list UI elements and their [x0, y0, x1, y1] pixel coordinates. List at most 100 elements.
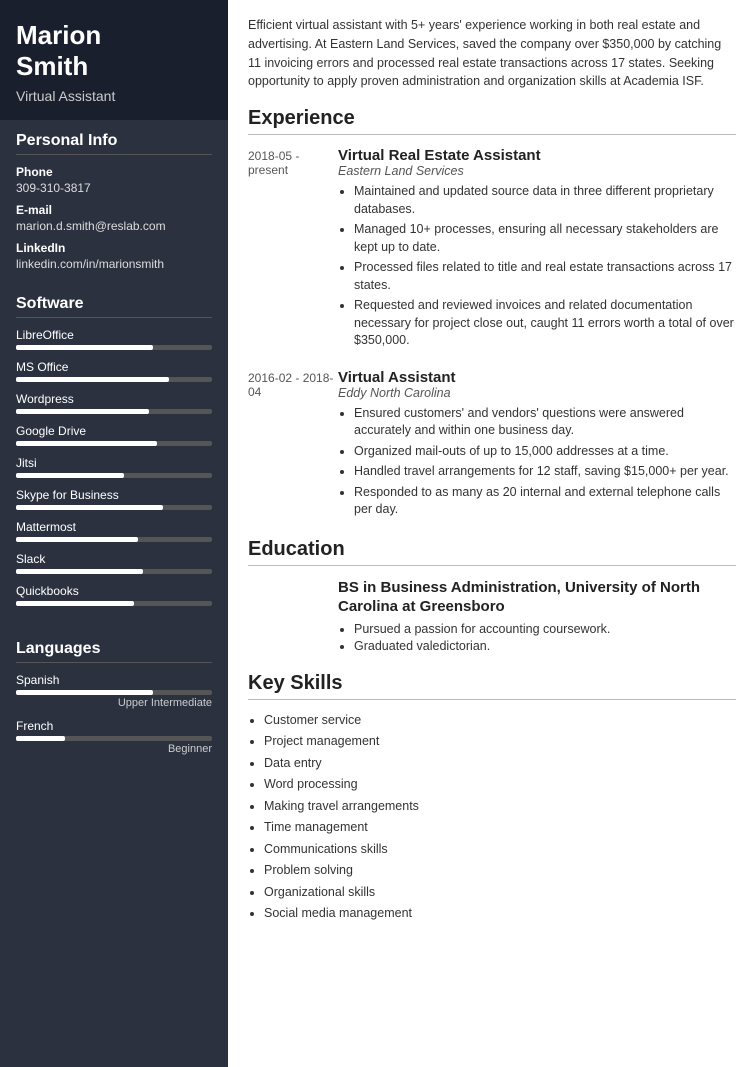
skill-bar-fill [16, 377, 169, 382]
software-skill-item: Slack [16, 552, 212, 574]
skill-bar-fill [16, 537, 138, 542]
skill-bar-fill [16, 441, 157, 446]
skill-name: MS Office [16, 360, 212, 374]
software-skill-item: Jitsi [16, 456, 212, 478]
skill-item: Project management [264, 733, 736, 751]
skill-bar-bg [16, 473, 212, 478]
language-bar-fill [16, 690, 153, 695]
skills-list: Customer serviceProject managementData e… [248, 712, 736, 927]
bullet-item: Graduated valedictorian. [354, 639, 736, 653]
software-skill-item: LibreOffice [16, 328, 212, 350]
skill-bar-fill [16, 473, 124, 478]
candidate-name: Marion Smith [16, 20, 212, 82]
experience-list: 2018-05 - present Virtual Real Estate As… [248, 147, 736, 522]
skill-name: LibreOffice [16, 328, 212, 342]
experience-section-title: Experience [248, 107, 736, 135]
skill-item: Social media management [264, 905, 736, 923]
language-name: Spanish [16, 673, 212, 687]
edu-degree: BS in Business Administration, Universit… [338, 578, 736, 617]
skill-item: Problem solving [264, 862, 736, 880]
linkedin-label: LinkedIn [16, 241, 212, 255]
exp-content: Virtual Real Estate Assistant Eastern La… [338, 147, 736, 353]
skills-column: Customer serviceProject managementData e… [248, 712, 736, 927]
summary-text: Efficient virtual assistant with 5+ year… [248, 16, 736, 91]
skill-bar-fill [16, 569, 143, 574]
software-skill-item: Mattermost [16, 520, 212, 542]
exp-date: 2016-02 - 2018-04 [248, 369, 338, 522]
personal-info-section: Personal Info Phone 309-310-3817 E-mail … [0, 120, 228, 283]
bullet-item: Handled travel arrangements for 12 staff… [354, 463, 736, 481]
skill-item: Organizational skills [264, 884, 736, 902]
skill-item: Word processing [264, 776, 736, 794]
skill-item: Time management [264, 819, 736, 837]
skills-section-title: Key Skills [248, 672, 736, 700]
language-item: Spanish Upper Intermediate [16, 673, 212, 709]
software-skill-item: Wordpress [16, 392, 212, 414]
bullet-item: Pursued a passion for accounting coursew… [354, 622, 736, 636]
bullet-item: Managed 10+ processes, ensuring all nece… [354, 221, 736, 256]
bullet-item: Responded to as many as 20 internal and … [354, 484, 736, 519]
bullet-item: Organized mail-outs of up to 15,000 addr… [354, 443, 736, 461]
exp-company: Eddy North Carolina [338, 386, 736, 400]
linkedin-value: linkedin.com/in/marionsmith [16, 257, 212, 271]
language-bar-fill [16, 736, 65, 741]
language-name: French [16, 719, 212, 733]
sidebar-header: Marion Smith Virtual Assistant [0, 0, 228, 120]
exp-content: Virtual Assistant Eddy North Carolina En… [338, 369, 736, 522]
skill-bar-bg [16, 409, 212, 414]
skill-bar-bg [16, 505, 212, 510]
languages-title: Languages [16, 640, 212, 663]
bullet-item: Ensured customers' and vendors' question… [354, 405, 736, 440]
skill-bar-bg [16, 569, 212, 574]
sidebar: Marion Smith Virtual Assistant Personal … [0, 0, 228, 1067]
exp-job-title: Virtual Real Estate Assistant [338, 147, 736, 164]
language-level: Beginner [16, 743, 212, 755]
exp-bullets: Ensured customers' and vendors' question… [354, 405, 736, 519]
software-skill-item: Skype for Business [16, 488, 212, 510]
candidate-title: Virtual Assistant [16, 88, 212, 104]
skill-item: Data entry [264, 755, 736, 773]
skill-bar-bg [16, 377, 212, 382]
skill-name: Google Drive [16, 424, 212, 438]
skill-bar-bg [16, 441, 212, 446]
skill-bar-bg [16, 537, 212, 542]
skill-item: Communications skills [264, 841, 736, 859]
language-item: French Beginner [16, 719, 212, 755]
skills-ul: Customer serviceProject managementData e… [264, 712, 736, 923]
languages-section: Languages Spanish Upper Intermediate Fre… [0, 628, 228, 777]
phone-value: 309-310-3817 [16, 181, 212, 195]
main-content: Efficient virtual assistant with 5+ year… [228, 0, 756, 1067]
education-list: BS in Business Administration, Universit… [248, 578, 736, 656]
skill-name: Wordpress [16, 392, 212, 406]
language-level: Upper Intermediate [16, 697, 212, 709]
edu-date [248, 578, 338, 656]
skill-bar-bg [16, 601, 212, 606]
software-skill-item: Quickbooks [16, 584, 212, 606]
software-title: Software [16, 295, 212, 318]
skill-name: Mattermost [16, 520, 212, 534]
email-value: marion.d.smith@reslab.com [16, 219, 212, 233]
exp-company: Eastern Land Services [338, 164, 736, 178]
exp-bullets: Maintained and updated source data in th… [354, 183, 736, 350]
phone-label: Phone [16, 165, 212, 179]
bullet-item: Processed files related to title and rea… [354, 259, 736, 294]
skill-name: Skype for Business [16, 488, 212, 502]
software-skills-list: LibreOffice MS Office Wordpress Google D… [16, 328, 212, 606]
language-bar-bg [16, 736, 212, 741]
software-skill-item: Google Drive [16, 424, 212, 446]
personal-info-title: Personal Info [16, 132, 212, 155]
bullet-item: Maintained and updated source data in th… [354, 183, 736, 218]
skill-bar-fill [16, 345, 153, 350]
skill-name: Quickbooks [16, 584, 212, 598]
education-section-title: Education [248, 538, 736, 566]
skill-name: Slack [16, 552, 212, 566]
software-skill-item: MS Office [16, 360, 212, 382]
skill-name: Jitsi [16, 456, 212, 470]
education-entry: BS in Business Administration, Universit… [248, 578, 736, 656]
skill-bar-fill [16, 601, 134, 606]
email-label: E-mail [16, 203, 212, 217]
exp-date: 2018-05 - present [248, 147, 338, 353]
experience-entry: 2016-02 - 2018-04 Virtual Assistant Eddy… [248, 369, 736, 522]
edu-bullets: Pursued a passion for accounting coursew… [354, 622, 736, 653]
bullet-item: Requested and reviewed invoices and rela… [354, 297, 736, 350]
